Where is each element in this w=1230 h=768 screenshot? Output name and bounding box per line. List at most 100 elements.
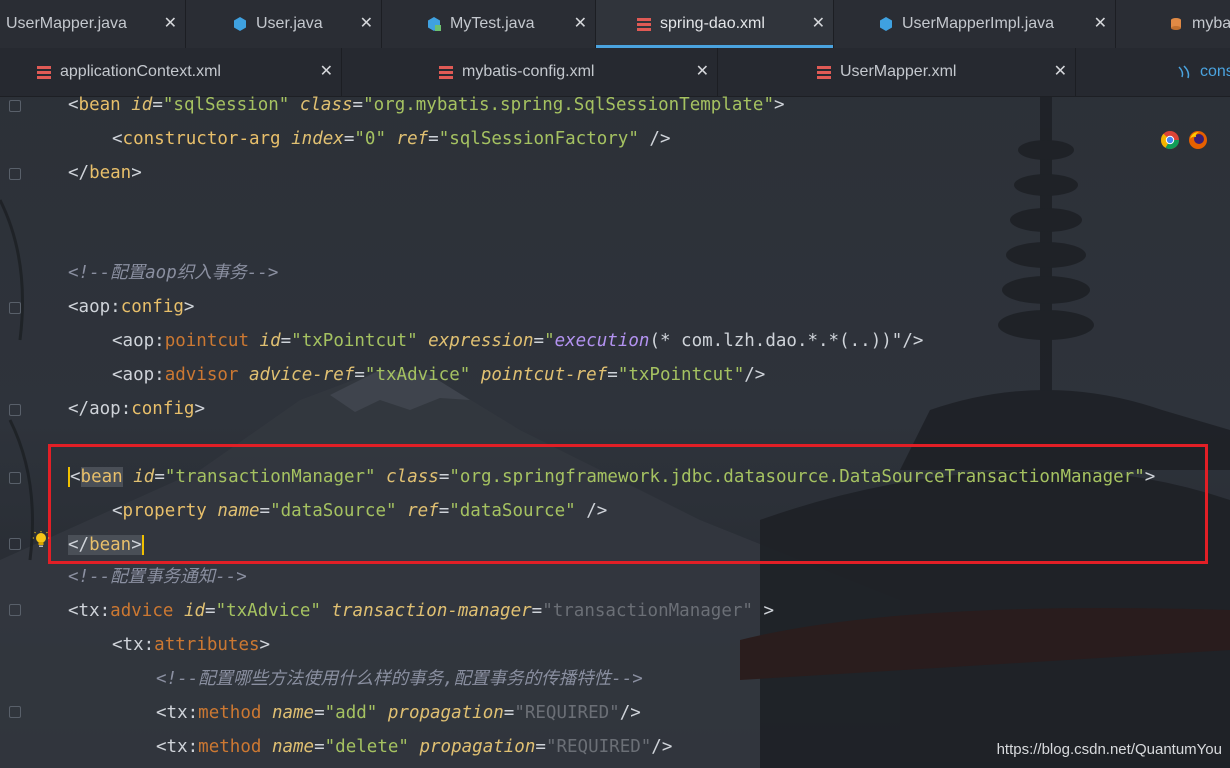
xml-tag: bean xyxy=(78,95,121,115)
xml-tag: method xyxy=(198,703,262,723)
xml-namespace: tx xyxy=(78,601,100,621)
xml-tag: config xyxy=(120,297,184,317)
xml-attr: pointcut-ref xyxy=(480,365,608,385)
close-icon[interactable]: ✕ xyxy=(164,13,177,33)
xml-attr: ref xyxy=(396,129,429,149)
fold-marker[interactable] xyxy=(9,706,21,718)
xml-value: "org.mybatis.spring.SqlSessionTemplate" xyxy=(363,95,774,115)
xml-attr: class xyxy=(299,95,353,115)
xml-tag: method xyxy=(198,737,262,757)
close-icon[interactable]: ✕ xyxy=(812,13,825,33)
xml-namespace: aop xyxy=(122,365,155,385)
watermark-text: https://blog.csdn.net/QuantumYou xyxy=(996,741,1222,758)
tab-label: UserMapper.java xyxy=(6,15,127,32)
chrome-icon[interactable] xyxy=(1160,130,1180,150)
xml-value: "txAdvice" xyxy=(364,365,471,385)
xml-attr: name xyxy=(271,703,315,723)
close-icon[interactable]: ✕ xyxy=(320,61,333,81)
code-line: <tx:advice id="txAdvice" transaction-man… xyxy=(68,601,774,621)
firefox-icon[interactable] xyxy=(1188,130,1208,150)
xml-file-icon xyxy=(439,66,453,79)
tab-usermapper-java[interactable]: UserMapper.java ✕ xyxy=(0,0,186,48)
xml-attr: id xyxy=(131,95,153,115)
file-icon xyxy=(1178,65,1190,79)
close-icon[interactable]: ✕ xyxy=(574,13,587,33)
xml-attr: advice-ref xyxy=(249,365,355,385)
class-icon xyxy=(234,17,246,31)
lightbulb-icon[interactable] xyxy=(32,531,50,549)
annotation-highlight-box xyxy=(48,444,1208,564)
xml-namespace: aop xyxy=(122,331,155,351)
fold-marker[interactable] xyxy=(9,404,21,416)
code-editor[interactable]: <bean id="sqlSession" class="org.mybatis… xyxy=(0,95,1230,768)
xml-attr: id xyxy=(259,331,281,351)
code-line: <aop:config> xyxy=(68,297,195,317)
xml-value: "delete" xyxy=(324,737,409,757)
code-line: <aop:advisor advice-ref="txAdvice" point… xyxy=(112,365,766,385)
xml-tag: config xyxy=(131,399,195,419)
xml-file-icon xyxy=(817,66,831,79)
tab-spring-dao-xml[interactable]: spring-dao.xml ✕ xyxy=(596,0,834,48)
tab-mytest-java[interactable]: MyTest.java ✕ xyxy=(382,0,596,48)
tab-label: User.java xyxy=(256,15,323,32)
xml-attr: propagation xyxy=(419,737,536,757)
tab-label: applicationContext.xml xyxy=(60,63,221,80)
close-icon[interactable]: ✕ xyxy=(1094,13,1107,33)
class-icon xyxy=(880,17,892,31)
xml-tag: constructor-arg xyxy=(122,129,281,149)
xml-namespace: tx xyxy=(166,703,188,723)
xml-value: "txAdvice" xyxy=(215,601,321,621)
close-icon[interactable]: ✕ xyxy=(360,13,373,33)
tab-label: spring-dao.xml xyxy=(660,15,765,32)
code-line: </bean> xyxy=(68,163,142,183)
xml-tag: advisor xyxy=(164,365,239,385)
tab-label: myba xyxy=(1192,15,1230,32)
fold-marker[interactable] xyxy=(9,302,21,314)
fold-marker[interactable] xyxy=(9,538,21,550)
xml-value: "sqlSessionFactory" xyxy=(438,129,639,149)
xml-tag: attributes xyxy=(154,635,260,655)
code-line: <constructor-arg index="0" ref="sqlSessi… xyxy=(112,129,671,149)
xml-value: (* com.lzh.dao.*.*(..))" xyxy=(649,331,903,351)
code-comment: <!--配置哪些方法使用什么样的事务,配置事务的传播特性--> xyxy=(156,669,643,689)
xml-attr: id xyxy=(183,601,206,621)
xml-value: "txPointcut" xyxy=(291,331,418,351)
xml-namespace: tx xyxy=(122,635,144,655)
xml-tag: advice xyxy=(110,601,174,621)
fold-marker[interactable] xyxy=(9,168,21,180)
close-icon[interactable]: ✕ xyxy=(696,61,709,81)
xml-value: " xyxy=(544,331,555,351)
tab-label: UserMapperImpl.java xyxy=(902,15,1055,32)
xml-attr: name xyxy=(271,737,315,757)
code-comment: <!--配置aop织入事务--> xyxy=(68,263,279,283)
xml-file-icon xyxy=(637,18,651,31)
code-line: <aop:pointcut id="txPointcut" expression… xyxy=(112,331,924,351)
tab-label: mybatis-config.xml xyxy=(462,63,595,80)
xml-file-icon xyxy=(37,66,51,79)
xml-value: "REQUIRED" xyxy=(514,703,620,723)
xml-attr: transaction-manager xyxy=(331,601,532,621)
browser-preview-icons xyxy=(1160,130,1208,150)
tab-user-java[interactable]: User.java ✕ xyxy=(186,0,382,48)
xml-value: "REQUIRED" xyxy=(545,737,652,757)
tab-label: MyTest.java xyxy=(450,15,535,32)
xml-value: "transactionManager" xyxy=(542,601,753,621)
xml-attr: propagation xyxy=(387,703,504,723)
code-line: <tx:method name="delete" propagation="RE… xyxy=(156,737,673,757)
tab-label: UserMapper.xml xyxy=(840,63,957,80)
fold-marker[interactable] xyxy=(9,100,21,112)
xml-namespace: tx xyxy=(166,737,188,757)
code-line: <bean id="sqlSession" class="org.mybatis… xyxy=(68,95,785,115)
tab-usermapperimpl-java[interactable]: UserMapperImpl.java ✕ xyxy=(834,0,1116,48)
fold-marker[interactable] xyxy=(9,472,21,484)
code-comment: <!--配置事务通知--> xyxy=(68,567,247,587)
code-line: <tx:attributes> xyxy=(112,635,271,655)
xml-value: "add" xyxy=(324,703,378,723)
xml-tag: bean xyxy=(89,163,132,183)
tab-label: cons xyxy=(1200,63,1230,80)
tab-myba[interactable]: myba xyxy=(1116,0,1230,48)
tab-cons[interactable]: cons xyxy=(1076,48,1230,96)
xml-namespace: aop xyxy=(78,297,111,317)
close-icon[interactable]: ✕ xyxy=(1054,61,1067,81)
fold-marker[interactable] xyxy=(9,604,21,616)
